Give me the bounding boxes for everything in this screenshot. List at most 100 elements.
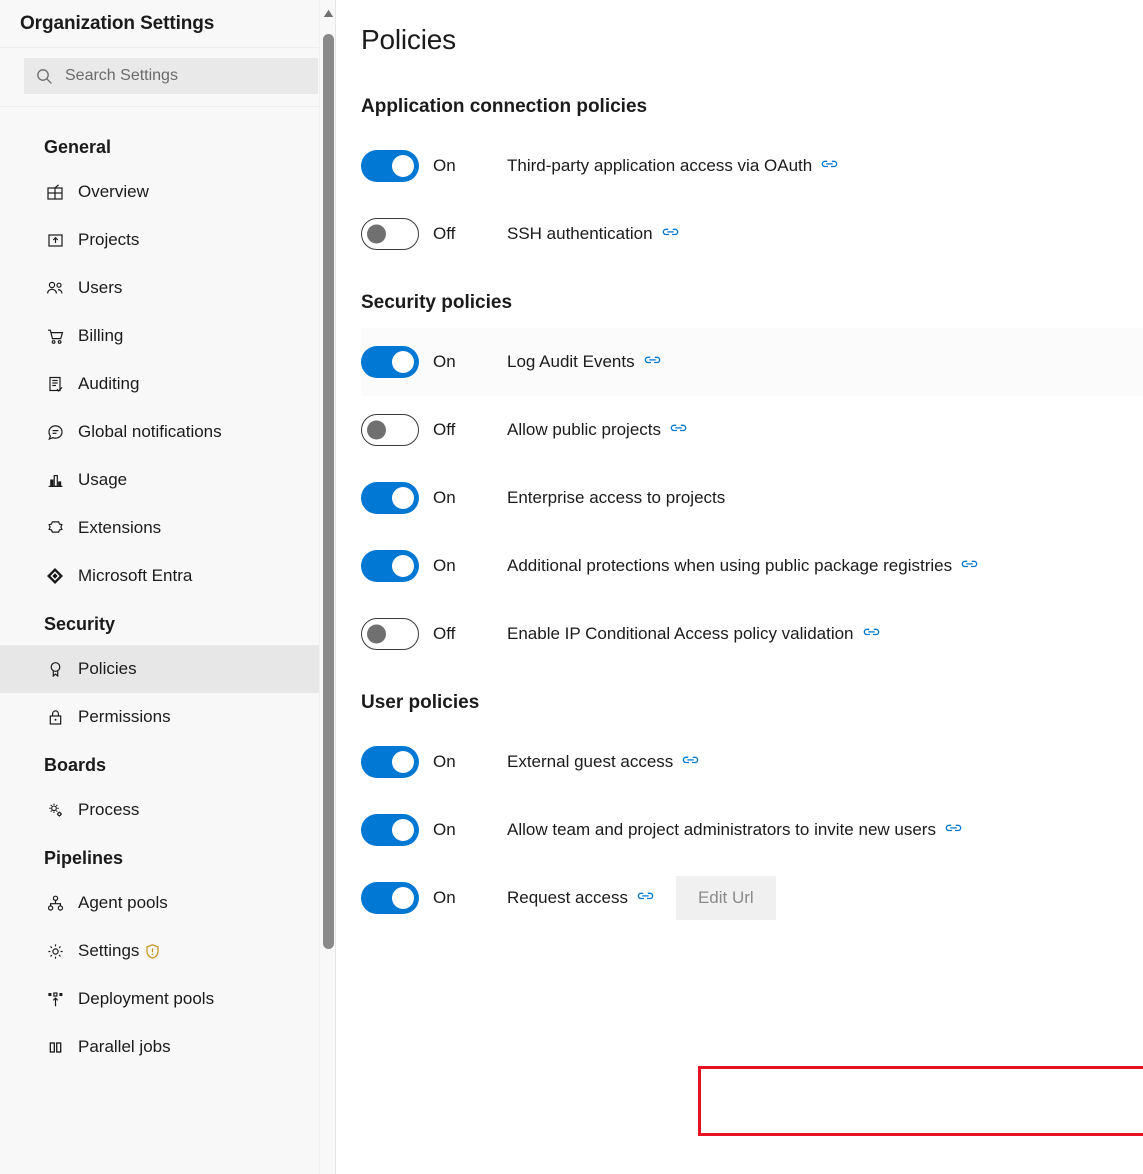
policies-main-content: Policies Application connection policies… — [336, 0, 1143, 1174]
search-input[interactable] — [65, 67, 306, 85]
section-security-policies: Security policies On Log Audit Events Of… — [361, 292, 1143, 668]
sidebar-item-parallel-jobs[interactable]: Parallel jobs — [0, 1023, 336, 1071]
sidebar-item-label: Agent pools — [78, 893, 168, 912]
policy-row-enterprise-access-to-projects: On Enterprise access to projects — [361, 464, 1143, 532]
policy-label-text: Request access — [507, 888, 628, 907]
sidebar-item-users[interactable]: Users — [0, 264, 336, 312]
policy-label-text: Allow public projects — [507, 420, 662, 439]
policy-label: Allow team and project administrators to… — [507, 820, 962, 840]
microsoft-entra-icon — [44, 565, 66, 587]
auditing-icon — [44, 373, 66, 395]
sidebar-title: Organization Settings — [20, 12, 215, 34]
sidebar-item-label: Projects — [78, 230, 140, 249]
link-icon[interactable] — [662, 228, 679, 241]
toggle-ssh-authentication[interactable] — [361, 218, 419, 250]
sidebar-item-label: Policies — [78, 659, 137, 678]
sidebar-item-label: Extensions — [78, 518, 162, 537]
toggle-external-guest-access[interactable] — [361, 746, 419, 778]
sidebar-item-label: Settings — [78, 941, 140, 960]
policy-row-third-party-oauth: On Third-party application access via OA… — [361, 132, 1143, 200]
policy-label: Request access — [507, 888, 654, 908]
toggle-enable-ip-conditional-access[interactable] — [361, 618, 419, 650]
sidebar-item-agent-pools[interactable]: Agent pools — [0, 879, 336, 927]
link-icon[interactable] — [821, 160, 838, 173]
link-icon[interactable] — [961, 560, 978, 573]
policy-label: Enable IP Conditional Access policy vali… — [507, 624, 880, 644]
policy-label-text: Enable IP Conditional Access policy vali… — [507, 624, 854, 643]
link-icon[interactable] — [644, 356, 661, 369]
link-icon[interactable] — [945, 824, 962, 837]
policy-label: SSH authentication — [507, 224, 679, 244]
policy-label: Log Audit Events — [507, 352, 661, 372]
policy-label: Additional protections when using public… — [507, 556, 978, 576]
sidebar-item-projects[interactable]: Projects — [0, 216, 336, 264]
sidebar-header: Organization Settings — [0, 0, 336, 48]
edit-url-button[interactable]: Edit Url — [675, 876, 776, 920]
sidebar-item-label: Global notifications — [78, 422, 222, 441]
sidebar-item-label: Permissions — [78, 707, 171, 726]
toggle-state-label: On — [433, 556, 456, 575]
toggle-third-party-oauth[interactable] — [361, 150, 419, 182]
sidebar-item-label: Microsoft Entra — [78, 566, 193, 585]
toggle-state-label: On — [433, 888, 456, 907]
sidebar-group-pipelines: Pipelines — [44, 848, 124, 868]
overview-icon — [44, 181, 66, 203]
toggle-log-audit-events[interactable] — [361, 346, 419, 378]
sidebar-item-auditing[interactable]: Auditing — [0, 360, 336, 408]
sidebar-item-label: Deployment pools — [78, 989, 215, 1008]
sidebar-item-usage[interactable]: Usage — [0, 456, 336, 504]
section-title: Application connection policies — [361, 96, 648, 117]
section-user-policies: User policies On External guest access O… — [361, 692, 1143, 932]
search-icon — [36, 68, 53, 85]
toggle-state-label: Off — [433, 224, 456, 243]
toggle-allow-admins-invite-users[interactable] — [361, 814, 419, 846]
scroll-up-arrow-icon[interactable] — [320, 6, 336, 20]
toggle-allow-public-projects[interactable] — [361, 414, 419, 446]
sidebar-item-label: Usage — [78, 470, 128, 489]
search-box[interactable] — [24, 58, 318, 94]
sidebar-item-settings[interactable]: Settings — [0, 927, 336, 975]
sidebar-item-policies[interactable]: Policies — [0, 645, 336, 693]
sidebar-item-overview[interactable]: Overview — [0, 168, 336, 216]
link-icon[interactable] — [670, 424, 687, 437]
policy-label-text: Enterprise access to projects — [507, 488, 726, 507]
section-title: Security policies — [361, 292, 513, 313]
sidebar-scrollbar[interactable] — [319, 0, 336, 1174]
toggle-state-label: On — [433, 352, 456, 371]
deployment-pools-icon — [44, 988, 66, 1010]
policy-row-ssh-authentication: Off SSH authentication — [361, 200, 1143, 268]
notifications-icon — [44, 421, 66, 443]
sidebar-group-boards: Boards — [44, 755, 107, 775]
scrollbar-thumb[interactable] — [323, 34, 334, 949]
sidebar-item-extensions[interactable]: Extensions — [0, 504, 336, 552]
section-title: User policies — [361, 692, 480, 713]
link-icon[interactable] — [682, 756, 699, 769]
policy-row-enable-ip-conditional-access: Off Enable IP Conditional Access policy … — [361, 600, 1143, 668]
link-icon[interactable] — [863, 628, 880, 641]
search-container — [0, 48, 336, 107]
gear-icon — [44, 940, 66, 962]
sidebar-group-general: General — [44, 137, 112, 157]
parallel-jobs-icon — [44, 1036, 66, 1058]
settings-sidebar: Organization Settings General — [0, 0, 336, 1174]
toggle-request-access[interactable] — [361, 882, 419, 914]
warning-shield-icon — [144, 943, 161, 960]
sidebar-item-label: Auditing — [78, 374, 140, 393]
sidebar-nav: General Overview Projects Users Billing … — [0, 107, 336, 1071]
lock-icon — [44, 706, 66, 728]
policy-label: Allow public projects — [507, 420, 687, 440]
sidebar-item-permissions[interactable]: Permissions — [0, 693, 336, 741]
toggle-enterprise-access-to-projects[interactable] — [361, 482, 419, 514]
toggle-additional-protections[interactable] — [361, 550, 419, 582]
policy-label-text: SSH authentication — [507, 224, 653, 243]
policy-row-external-guest-access: On External guest access — [361, 728, 1143, 796]
toggle-state-label: On — [433, 820, 456, 839]
sidebar-item-microsoft-entra[interactable]: Microsoft Entra — [0, 552, 336, 600]
link-icon[interactable] — [637, 892, 654, 905]
sidebar-item-deployment-pools[interactable]: Deployment pools — [0, 975, 336, 1023]
process-gear-icon — [44, 799, 66, 821]
sidebar-item-global-notifications[interactable]: Global notifications — [0, 408, 336, 456]
agent-pools-icon — [44, 892, 66, 914]
sidebar-item-process[interactable]: Process — [0, 786, 336, 834]
sidebar-item-billing[interactable]: Billing — [0, 312, 336, 360]
